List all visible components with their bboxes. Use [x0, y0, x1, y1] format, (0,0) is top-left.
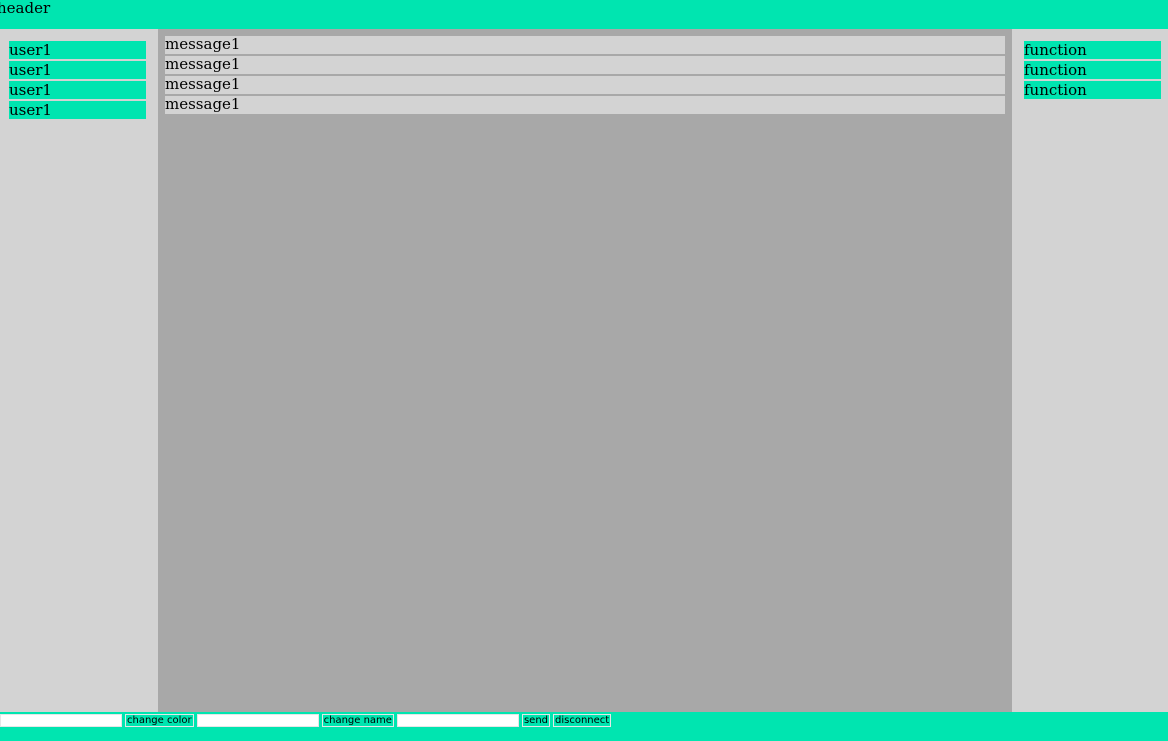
disconnect-button[interactable]: disconnect: [553, 714, 612, 727]
function-panel: function function function: [1012, 29, 1168, 712]
color-input[interactable]: [0, 714, 122, 727]
footer-controls: change color change name send disconnect: [0, 714, 614, 727]
function-item[interactable]: function: [1024, 41, 1161, 59]
change-name-button[interactable]: change name: [321, 714, 394, 727]
message-item: message1: [165, 76, 1005, 94]
function-list: function function function: [1024, 41, 1161, 101]
footer-bar: change color change name send disconnect: [0, 712, 1168, 741]
header-title: header: [0, 0, 51, 17]
message-input[interactable]: [396, 714, 519, 727]
message-list: message1 message1 message1 message1: [165, 36, 1005, 116]
user-list-panel: user1 user1 user1 user1: [0, 29, 158, 712]
function-item[interactable]: function: [1024, 81, 1161, 99]
function-item[interactable]: function: [1024, 61, 1161, 79]
message-item: message1: [165, 36, 1005, 54]
user-list-item[interactable]: user1: [9, 41, 146, 59]
name-input[interactable]: [196, 714, 319, 727]
message-item: message1: [165, 56, 1005, 74]
user-list: user1 user1 user1 user1: [9, 41, 146, 121]
header-bar: header: [0, 0, 1168, 29]
message-item: message1: [165, 96, 1005, 114]
change-color-button[interactable]: change color: [125, 714, 194, 727]
user-list-item[interactable]: user1: [9, 61, 146, 79]
user-list-item[interactable]: user1: [9, 81, 146, 99]
user-list-item[interactable]: user1: [9, 101, 146, 119]
chat-panel: message1 message1 message1 message1: [158, 29, 1012, 712]
send-button[interactable]: send: [521, 714, 551, 727]
